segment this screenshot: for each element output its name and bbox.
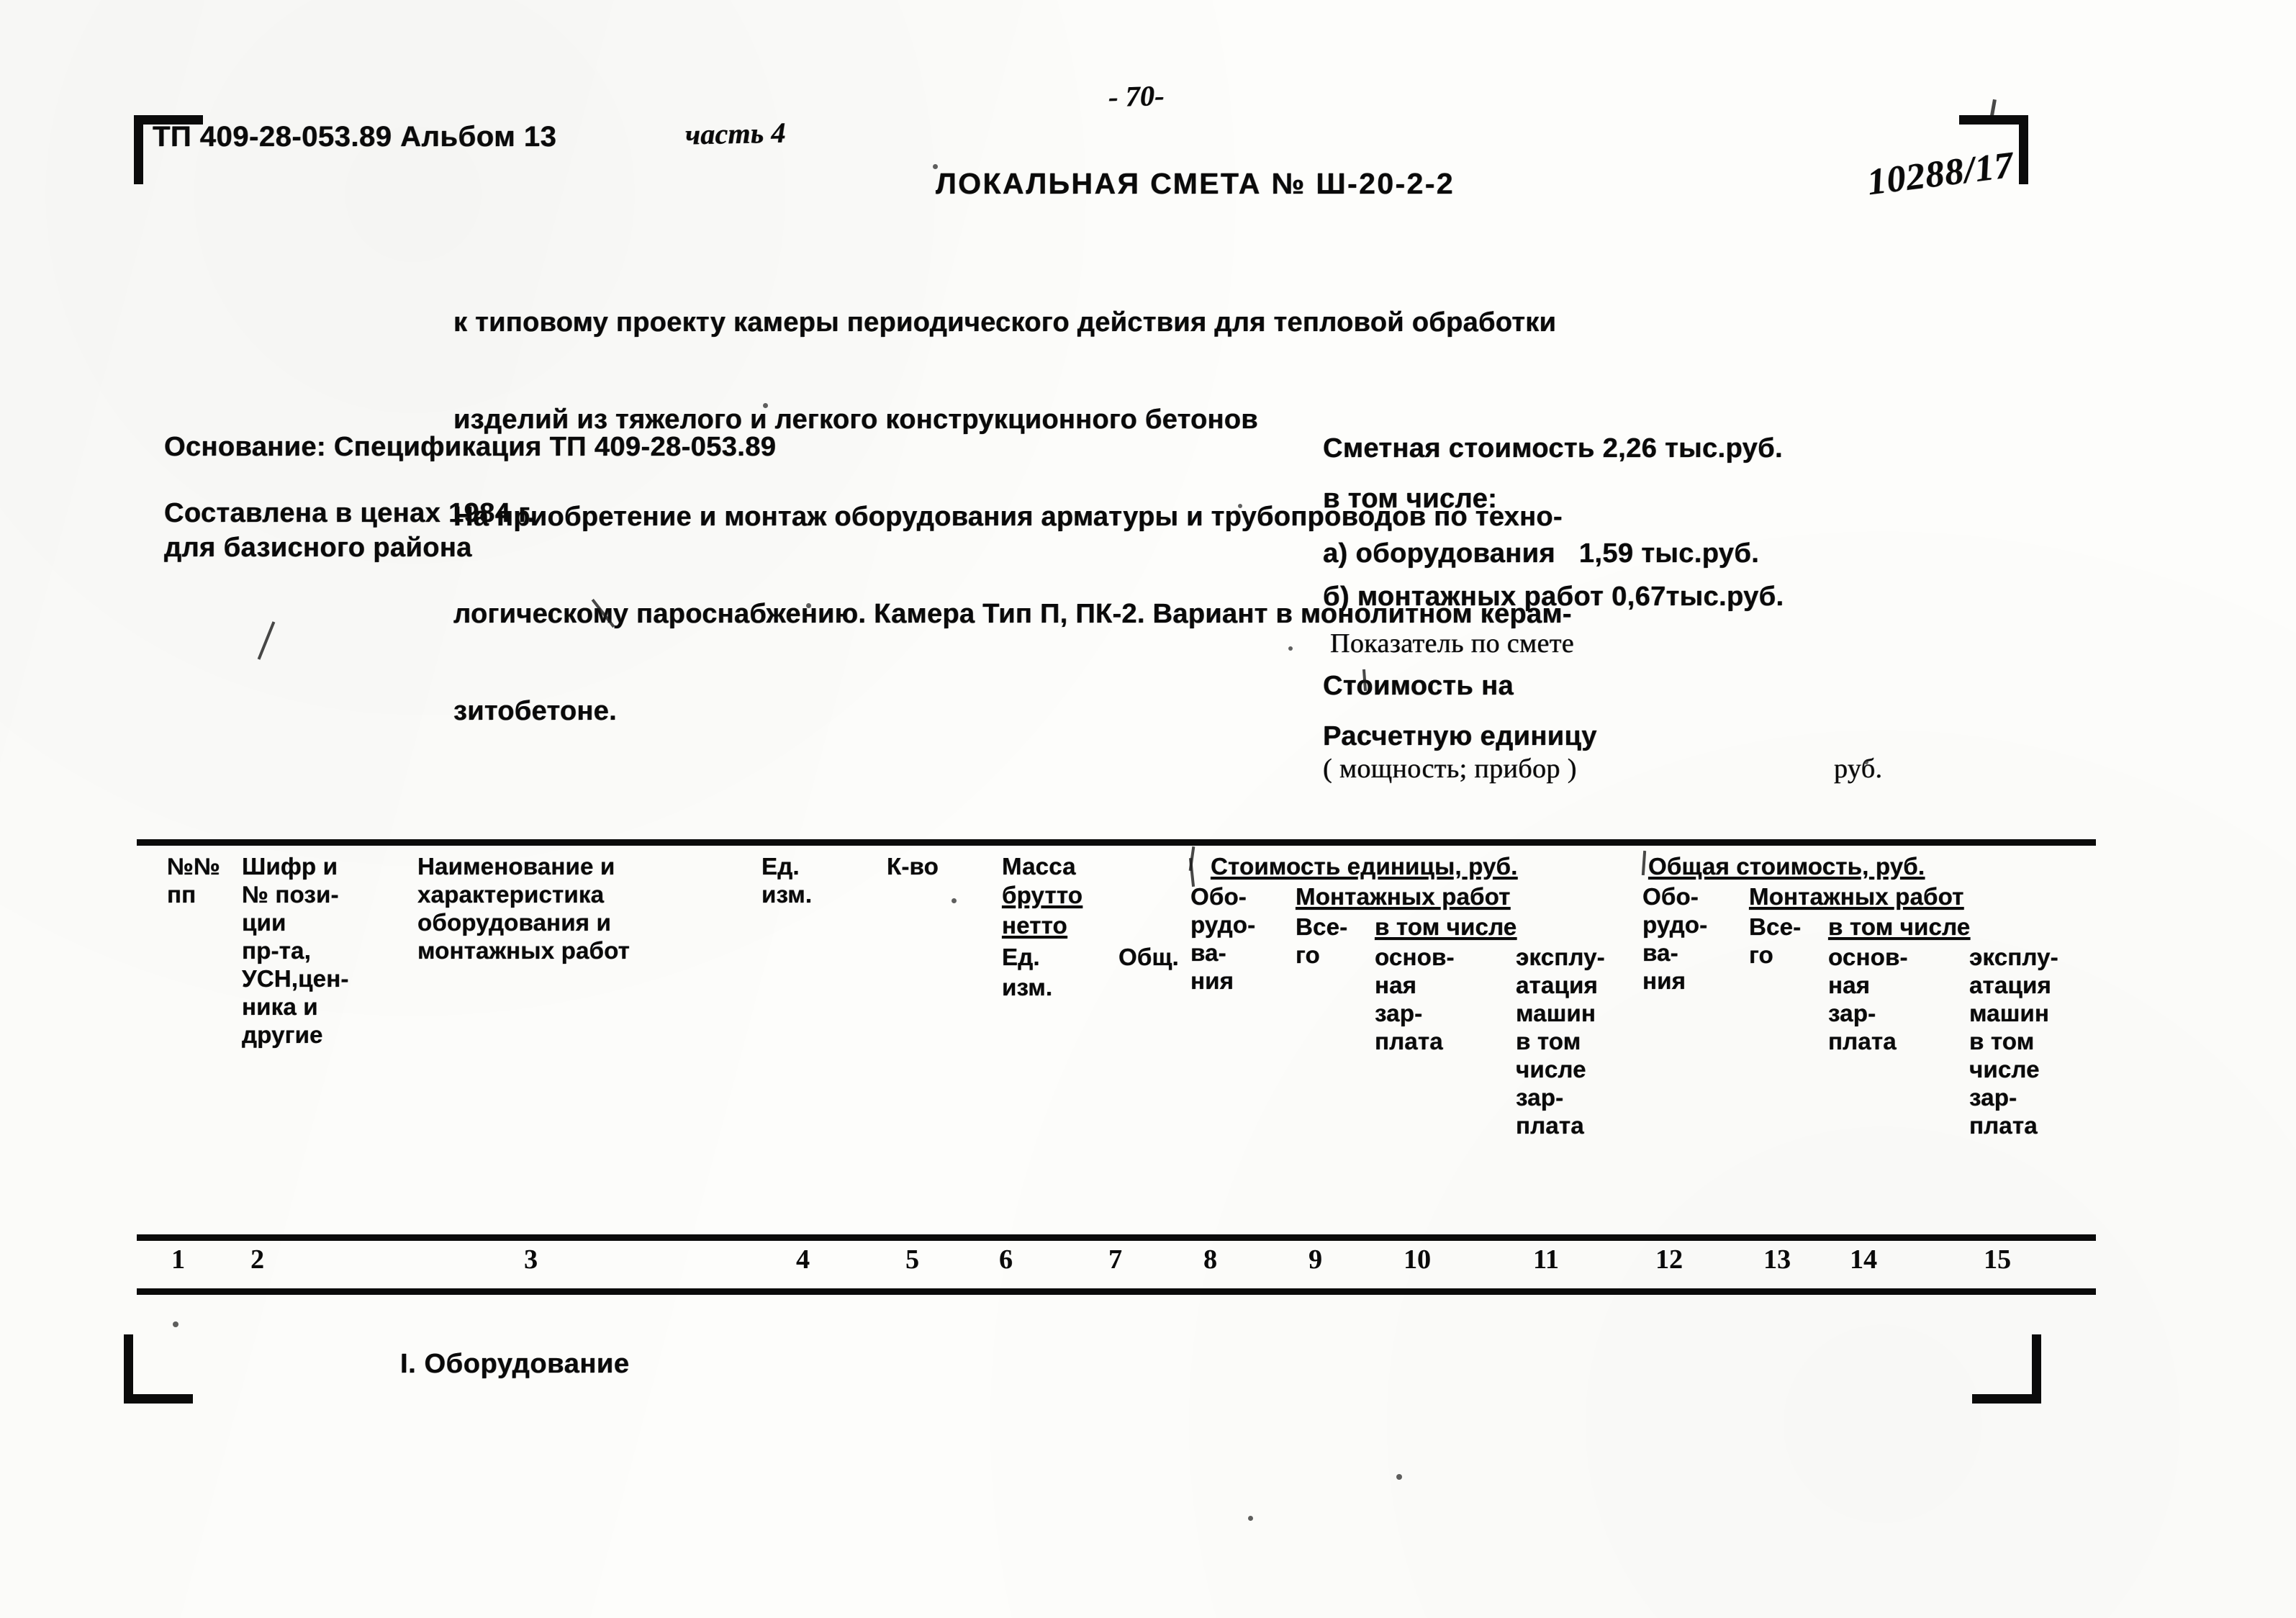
table-header-total-cost-incl: в том числе xyxy=(1828,913,1971,940)
column-number-top-rule xyxy=(137,1234,2096,1241)
basis-line: Основание: Спецификация ТП 409-28-053.89 xyxy=(164,432,777,462)
scan-speck xyxy=(952,898,957,903)
table-header-mass-brutto: брутто xyxy=(1002,882,1083,908)
table-header-mass-unit2: изм. xyxy=(1002,974,1053,1000)
cost-equipment-line: а) оборудования 1,59 тыс.руб. xyxy=(1323,538,1760,569)
description-line: зитобетоне. xyxy=(453,696,617,726)
table-header-unit-cost-machines: эксплу- атация машин в том числе зар- пл… xyxy=(1516,944,1605,1139)
album-code: ТП 409-28-053.89 Альбом 13 xyxy=(153,121,557,153)
scan-stroke xyxy=(257,621,276,660)
calc-unit-sublabel: ( мощность; прибор ) xyxy=(1323,754,1577,784)
table-header-total-cost-total: Все- го xyxy=(1749,913,1802,968)
indicator-label: Показатель по смете xyxy=(1330,628,1575,659)
calc-unit-currency: руб. xyxy=(1834,754,1883,784)
table-header-unit-cost-basic-wage: основ- ная зар- плата xyxy=(1375,944,1455,1054)
scan-speck xyxy=(1864,760,1868,764)
table-header-col1: №№ пп xyxy=(167,853,220,908)
total-cost-line: Сметная стоимость 2,26 тыс.руб. xyxy=(1323,433,1783,464)
scan-speck xyxy=(1288,646,1293,651)
table-header-mass-unit: Ед. xyxy=(1002,944,1040,970)
table-header-col2: Шифр и № пози- ции пр-та, УСН,цен- ника … xyxy=(242,853,349,1048)
table-header-unit-cost-incl: в том числе xyxy=(1375,913,1517,940)
table-header-col4: Ед. изм. xyxy=(761,853,813,908)
table-header-mass: Масса xyxy=(1002,853,1076,880)
scan-stroke xyxy=(1641,850,1647,876)
scan-speck xyxy=(1238,504,1242,508)
calc-unit-label: Расчетную единицу xyxy=(1323,721,1597,751)
column-number: 8 xyxy=(1203,1244,1217,1275)
column-number: 12 xyxy=(1655,1244,1683,1275)
table-header-total-cost-group: Общая стоимость, руб. xyxy=(1648,853,1925,880)
description-line: к типовому проекту камеры периодического… xyxy=(453,307,1557,338)
column-number: 1 xyxy=(171,1244,185,1275)
including-label: в том числе: xyxy=(1323,484,1498,514)
table-header-unit-cost-install: Монтажных работ xyxy=(1296,883,1511,910)
scan-speck xyxy=(763,403,768,408)
scan-speck xyxy=(1248,1516,1253,1521)
cost-installation-line: б) монтажных работ 0,67тыс.руб. xyxy=(1323,582,1784,612)
table-header-mass-netto: нетто xyxy=(1002,912,1067,939)
column-number: 2 xyxy=(250,1244,264,1275)
column-number: 14 xyxy=(1850,1244,1877,1275)
description-line: На приобретение и монтаж оборудования ар… xyxy=(453,502,1563,532)
table-header-unit-cost-group: Стоимость единицы, руб. xyxy=(1211,853,1518,880)
table-header-unit-cost-total: Все- го xyxy=(1296,913,1348,968)
table-header-mass-total: Общ. xyxy=(1118,944,1179,970)
column-number: 5 xyxy=(905,1244,919,1275)
section-title-equipment: I. Оборудование xyxy=(400,1349,630,1379)
scanned-estimate-page: ТП 409-28-053.89 Альбом 13 часть 4 - 70-… xyxy=(0,0,2296,1618)
table-header-total-cost-equipment: Обо- рудо- ва- ния xyxy=(1642,883,1708,994)
cost-on-label: Стоимость на xyxy=(1323,671,1514,701)
column-number: 13 xyxy=(1763,1244,1791,1275)
column-number: 4 xyxy=(796,1244,810,1275)
document-title: ЛОКАЛЬНАЯ СМЕТА № Ш-20-2-2 xyxy=(936,167,1455,200)
table-header-total-cost-install: Монтажных работ xyxy=(1749,883,1964,910)
scan-speck xyxy=(806,603,811,608)
column-number: 6 xyxy=(999,1244,1013,1275)
compiled-prices-line: Составлена в ценах 1984 г. xyxy=(164,498,535,528)
column-number-bottom-rule xyxy=(137,1288,2096,1295)
table-header-total-cost-machines: эксплу- атация машин в том числе зар- пл… xyxy=(1969,944,2058,1139)
column-number: 7 xyxy=(1108,1244,1122,1275)
album-part-handwritten: часть 4 xyxy=(684,116,787,151)
scan-speck xyxy=(173,1321,178,1327)
scan-speck xyxy=(1396,1474,1402,1480)
table-header-unit-cost-equipment: Обо- рудо- ва- ния xyxy=(1190,883,1256,994)
scan-speck xyxy=(933,164,938,169)
compiled-region-line: для базисного района xyxy=(164,533,472,563)
archive-number-handwritten: 10288/17 xyxy=(1865,144,2017,204)
column-number: 15 xyxy=(1984,1244,2011,1275)
table-header-col3: Наименование и характеристика оборудован… xyxy=(417,853,631,964)
table-header-total-cost-basic-wage: основ- ная зар- плата xyxy=(1828,944,1908,1054)
column-number: 9 xyxy=(1309,1244,1322,1275)
column-number: 10 xyxy=(1404,1244,1431,1275)
table-top-rule xyxy=(137,839,2096,846)
column-number: 3 xyxy=(524,1244,538,1275)
document-description: к типовому проекту камеры периодического… xyxy=(453,242,1936,792)
column-number: 11 xyxy=(1533,1244,1559,1275)
table-header-col5: К-во xyxy=(887,853,939,880)
page-number: - 70- xyxy=(1108,78,1165,114)
